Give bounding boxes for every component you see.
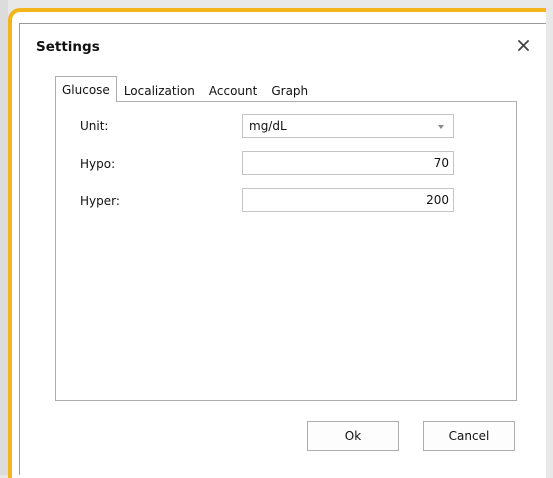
unit-value: mg/dL — [249, 119, 287, 133]
hyper-field[interactable] — [242, 188, 454, 212]
cancel-button[interactable]: Cancel — [423, 421, 515, 451]
close-button[interactable] — [514, 36, 532, 54]
hyper-label: Hyper: — [80, 194, 120, 208]
hypo-input[interactable] — [243, 152, 453, 174]
tab-strip: Glucose Localization Account Graph — [55, 76, 315, 102]
hypo-field[interactable] — [242, 151, 454, 175]
unit-select[interactable]: mg/dL — [242, 114, 454, 138]
hyper-input[interactable] — [243, 189, 453, 211]
ok-button[interactable]: Ok — [307, 421, 399, 451]
tab-glucose[interactable]: Glucose — [55, 76, 117, 102]
hypo-label: Hypo: — [80, 157, 116, 171]
settings-dialog: Settings Glucose Localization Account Gr… — [19, 23, 546, 475]
tab-account[interactable]: Account — [202, 80, 264, 102]
dialog-title: Settings — [36, 39, 100, 55]
background — [0, 0, 8, 475]
close-icon — [517, 39, 529, 51]
unit-label: Unit: — [80, 119, 109, 133]
tab-localization[interactable]: Localization — [117, 80, 202, 102]
chevron-down-icon — [438, 125, 444, 129]
tab-graph[interactable]: Graph — [264, 80, 315, 102]
glucose-panel: Unit: mg/dL Hypo: Hyper: — [55, 101, 517, 401]
